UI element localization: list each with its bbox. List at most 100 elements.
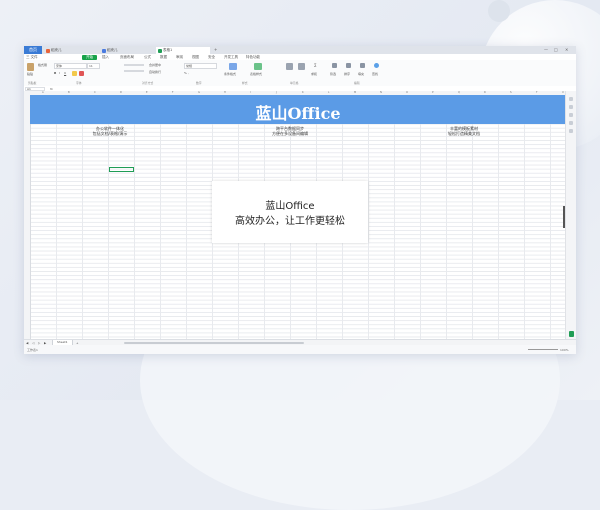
close-icon[interactable]: ✕ <box>565 47 568 52</box>
sidebar-tool-icon[interactable] <box>569 121 573 125</box>
column-header-a[interactable]: A <box>42 91 44 94</box>
fx-icon[interactable]: fx <box>50 87 53 91</box>
tab-doc-2[interactable]: 稻壳儿 <box>100 47 154 54</box>
column-header-o[interactable]: O <box>406 91 408 94</box>
sidebar-toggle-button[interactable] <box>569 331 574 337</box>
feature-cell-1[interactable]: 办公软件一体化 包括文档/表格/演示 <box>50 126 170 136</box>
italic-icon[interactable]: I <box>59 71 60 75</box>
fill-color-icon[interactable] <box>72 71 77 76</box>
find-label: 查找 <box>372 72 379 76</box>
group-label-font: 字体 <box>76 81 82 85</box>
column-header-n[interactable]: N <box>380 91 382 94</box>
fill-icon[interactable] <box>360 63 365 68</box>
row-headers <box>24 95 31 339</box>
table-style-label: 表格样式 <box>250 72 263 76</box>
column-header-c[interactable]: C <box>94 91 96 94</box>
new-tab-button[interactable]: + <box>214 47 217 52</box>
tab-label: 稻壳儿 <box>107 48 118 52</box>
group-label-clipboard: 剪贴板 <box>28 81 37 85</box>
selected-cell[interactable] <box>109 167 134 172</box>
status-sheet-name: 工作表1 <box>27 348 38 352</box>
column-header-l[interactable]: L <box>328 91 329 94</box>
group-label-style: 样式 <box>242 81 248 85</box>
sidebar-tool-icon[interactable] <box>569 129 573 133</box>
sidebar-tool-icon[interactable] <box>569 105 573 109</box>
column-header-b[interactable]: B <box>68 91 70 94</box>
column-header-t[interactable]: T <box>536 91 538 94</box>
right-sidebar <box>565 91 576 339</box>
column-header-m[interactable]: M <box>354 91 356 94</box>
name-box[interactable]: A1 <box>25 86 45 91</box>
column-header-e[interactable]: E <box>146 91 148 94</box>
feature-cell-2[interactable]: 跨平台数据同步 方便在多设备间编辑 <box>230 126 350 136</box>
horizontal-scrollbar[interactable] <box>124 341 304 344</box>
column-header-p[interactable]: P <box>432 91 434 94</box>
info-subtitle: 高效办公，让工作更轻松 <box>235 216 345 227</box>
find-icon[interactable] <box>374 63 379 68</box>
column-header-d[interactable]: D <box>120 91 122 94</box>
info-panel: 蓝山Office 高效办公，让工作更轻松 <box>212 181 368 243</box>
column-header-i[interactable]: I <box>250 91 251 94</box>
feature-line: 轻松打造精美文档 <box>448 131 480 136</box>
delete-cell-icon[interactable] <box>298 63 305 70</box>
bold-icon[interactable]: B <box>54 71 56 75</box>
zoom-slider[interactable] <box>528 349 558 350</box>
maximize-icon[interactable]: □ <box>554 47 558 52</box>
conditional-format-icon[interactable] <box>229 63 237 70</box>
prev-sheet-icon[interactable]: ◁ <box>32 341 34 345</box>
feature-cell-3[interactable]: 丰富的模板素材 轻松打造精美文档 <box>404 126 524 136</box>
column-header-u[interactable]: U <box>562 91 564 94</box>
column-header-j[interactable]: J <box>276 91 277 94</box>
filter-icon[interactable] <box>332 63 337 68</box>
conditional-format-label: 条件格式 <box>224 72 237 76</box>
format-painter-label[interactable]: 格式刷 <box>38 63 47 67</box>
vertical-scrollbar[interactable] <box>563 206 565 228</box>
tab-sheet-active[interactable]: 表格1 <box>156 47 210 54</box>
align-top-icon[interactable] <box>124 64 144 66</box>
align-middle-icon[interactable] <box>124 70 144 72</box>
column-header-f[interactable]: F <box>172 91 173 94</box>
feature-line: 方便在多设备间编辑 <box>272 131 308 136</box>
tab-label: 表格1 <box>163 48 173 52</box>
group-label-number: 数字 <box>196 81 202 85</box>
sum-label: 求和 <box>311 72 318 76</box>
group-label-edit: 编辑 <box>354 81 360 85</box>
feature-line: 包括文档/表格/演示 <box>92 131 128 136</box>
table-style-icon[interactable] <box>254 63 262 70</box>
zoom-level[interactable]: 100% <box>560 348 569 352</box>
decor-dot <box>488 0 510 22</box>
insert-cell-icon[interactable] <box>286 63 293 70</box>
group-label-alignment: 对齐方式 <box>142 81 154 85</box>
minimize-icon[interactable]: — <box>544 47 548 52</box>
percent-icon[interactable]: % , <box>184 71 189 75</box>
tab-doc-1[interactable]: 稻壳儿 <box>44 47 98 54</box>
banner-merged-cell[interactable]: 蓝山Office <box>30 95 566 124</box>
sum-icon[interactable]: Σ <box>314 63 317 68</box>
info-title: 蓝山Office <box>265 201 315 212</box>
font-size-select[interactable]: 11 <box>87 63 100 69</box>
font-name-select[interactable]: 宋体 <box>54 63 87 69</box>
column-header-q[interactable]: Q <box>458 91 460 94</box>
doc-icon <box>46 48 50 53</box>
number-format-select[interactable]: 常规 <box>184 63 217 69</box>
fill-label: 填充 <box>358 72 365 76</box>
column-header-r[interactable]: R <box>484 91 486 94</box>
merge-center-label[interactable]: 合并居中 <box>149 63 161 67</box>
font-color-icon[interactable] <box>79 71 84 76</box>
column-header-s[interactable]: S <box>510 91 512 94</box>
column-header-h[interactable]: H <box>224 91 226 94</box>
sort-icon[interactable] <box>346 63 351 68</box>
first-sheet-icon[interactable]: ◀ <box>26 341 28 345</box>
paste-icon[interactable] <box>27 63 34 71</box>
sidebar-tool-icon[interactable] <box>569 113 573 117</box>
next-sheet-icon[interactable]: ▷ <box>38 341 40 345</box>
column-header-k[interactable]: K <box>302 91 304 94</box>
wrap-text-label[interactable]: 自动换行 <box>149 70 161 74</box>
filter-label: 筛选 <box>330 72 337 76</box>
last-sheet-icon[interactable]: ▶ <box>44 341 46 345</box>
column-header-g[interactable]: G <box>198 91 200 94</box>
underline-icon[interactable]: U <box>64 71 66 75</box>
home-tab[interactable]: 首页 <box>24 46 42 54</box>
add-sheet-button[interactable]: + <box>76 341 79 345</box>
sidebar-tool-icon[interactable] <box>569 97 573 101</box>
